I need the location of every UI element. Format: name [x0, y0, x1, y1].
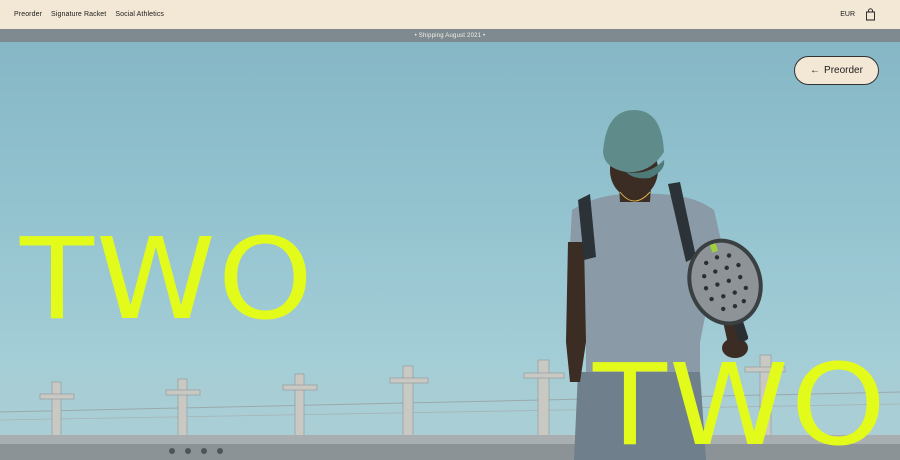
headline-two-right: TWO: [593, 341, 889, 460]
main-nav: Preorder Signature Racket Social Athleti…: [14, 11, 164, 18]
preorder-button[interactable]: ← Preorder: [794, 56, 879, 85]
announcement-bar: • Shipping August 2021 •: [0, 29, 900, 42]
nav-item-signature-racket[interactable]: Signature Racket: [51, 11, 106, 18]
announcement-text: • Shipping August 2021 •: [414, 32, 486, 39]
shopping-bag-icon[interactable]: [865, 8, 876, 21]
arrow-left-icon: ←: [810, 65, 821, 76]
currency-selector[interactable]: EUR: [840, 11, 855, 18]
top-navigation: Preorder Signature Racket Social Athleti…: [0, 0, 900, 29]
topbar-actions: EUR: [840, 8, 876, 21]
headline-two-left: TWO: [20, 215, 316, 345]
hero-section: ← Preorder TWO TWO: [0, 42, 900, 460]
nav-item-preorder[interactable]: Preorder: [14, 11, 42, 18]
preorder-button-label: Preorder: [824, 65, 863, 76]
nav-item-social-athletics[interactable]: Social Athletics: [115, 11, 164, 18]
